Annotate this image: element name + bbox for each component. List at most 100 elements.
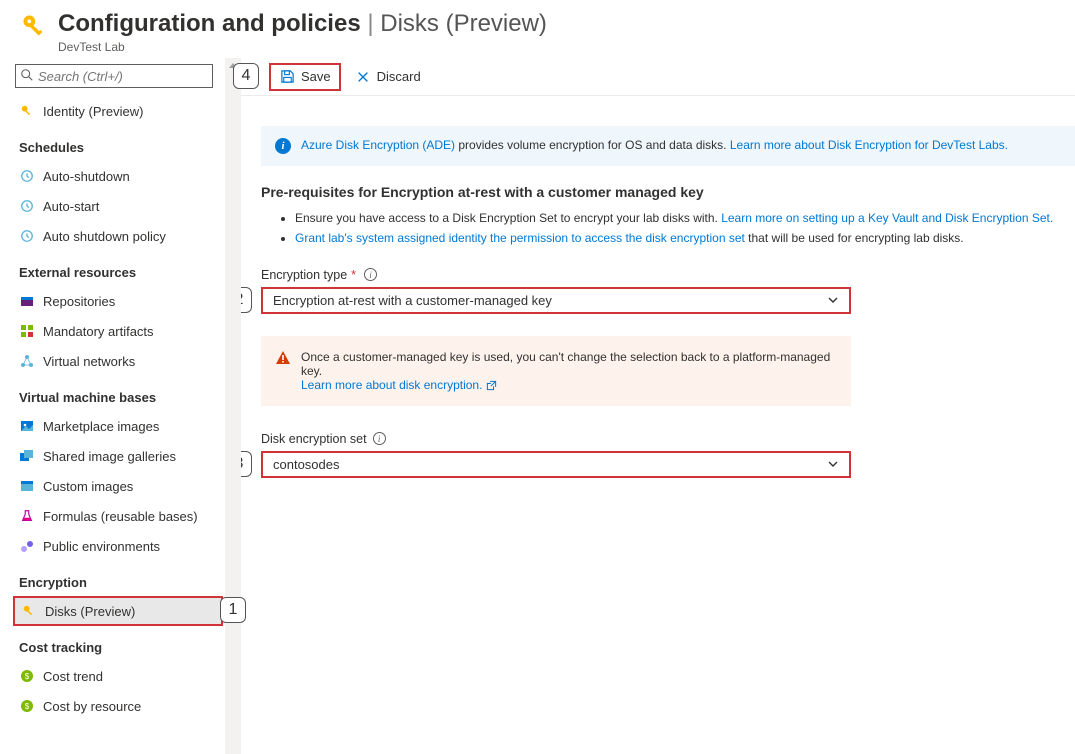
sidebar-item-label: Cost by resource <box>43 699 141 714</box>
gallery-icon <box>19 448 35 464</box>
encryption-type-field: Encryption type*i 2 Encryption at-rest w… <box>261 268 1075 406</box>
title-right: Disks (Preview) <box>380 10 547 37</box>
search-input[interactable] <box>15 64 213 88</box>
sidebar-section-cost: Cost tracking <box>15 626 225 661</box>
encryption-type-select[interactable]: Encryption at-rest with a customer-manag… <box>261 287 851 314</box>
warning-banner: Once a customer-managed key is used, you… <box>261 336 851 406</box>
callout-marker-1: 1 <box>220 597 246 623</box>
sidebar-item-auto-start[interactable]: Auto-start <box>15 191 225 221</box>
save-label: Save <box>301 69 331 84</box>
prereq-link-1[interactable]: Learn more on setting up a Key Vault and… <box>721 211 1053 225</box>
search-container <box>15 64 213 88</box>
sidebar-item-label: Custom images <box>43 479 133 494</box>
select-value: Encryption at-rest with a customer-manag… <box>273 293 552 308</box>
sidebar-section-external: External resources <box>15 251 225 286</box>
key-icon <box>19 103 35 119</box>
sidebar-item-label: Disks (Preview) <box>45 604 135 619</box>
sidebar-item-mandatory-artifacts[interactable]: Mandatory artifacts <box>15 316 225 346</box>
disk-encryption-set-select[interactable]: contosodes <box>261 451 851 478</box>
sidebar-item-marketplace[interactable]: Marketplace images <box>15 411 225 441</box>
header-subtitle: DevTest Lab <box>58 40 547 54</box>
warning-icon <box>275 350 291 366</box>
warning-link[interactable]: Learn more about disk encryption. <box>301 378 497 392</box>
required-asterisk: * <box>351 268 356 282</box>
sidebar-item-label: Auto-shutdown <box>43 169 130 184</box>
sidebar-item-shared-galleries[interactable]: Shared image galleries <box>15 441 225 471</box>
encryption-type-label: Encryption type*i <box>261 268 1075 282</box>
sidebar-item-public-env[interactable]: Public environments <box>15 531 225 561</box>
sidebar-item-label: Marketplace images <box>43 419 159 434</box>
info-banner: i Azure Disk Encryption (ADE) provides v… <box>261 126 1075 166</box>
callout-marker-4: 4 <box>233 63 259 89</box>
sidebar-item-label: Repositories <box>43 294 115 309</box>
search-icon <box>20 68 34 82</box>
sidebar-item-auto-shutdown-policy[interactable]: Auto shutdown policy <box>15 221 225 251</box>
scrollbar[interactable] <box>225 58 241 754</box>
image-icon <box>19 418 35 434</box>
artifacts-icon <box>19 323 35 339</box>
sidebar-item-label: Identity (Preview) <box>43 104 143 119</box>
clock-icon <box>19 168 35 184</box>
info-icon[interactable]: i <box>364 268 377 281</box>
save-button[interactable]: Save <box>269 63 341 91</box>
select-value: contosodes <box>273 457 340 472</box>
learn-more-link[interactable]: Learn more about Disk Encryption for Dev… <box>730 138 1008 152</box>
sidebar: Identity (Preview) Schedules Auto-shutdo… <box>0 58 225 754</box>
environment-icon <box>19 538 35 554</box>
key-icon <box>20 12 48 40</box>
prereq-list: Ensure you have access to a Disk Encrypt… <box>261 210 1075 248</box>
sidebar-section-schedules: Schedules <box>15 126 225 161</box>
cost-icon: $ <box>19 698 35 714</box>
title-left: Configuration and policies <box>58 10 361 37</box>
ade-link[interactable]: Azure Disk Encryption (ADE) <box>301 138 455 152</box>
sidebar-item-auto-shutdown[interactable]: Auto-shutdown <box>15 161 225 191</box>
callout-marker-2: 2 <box>241 287 252 313</box>
chevron-down-icon <box>827 294 839 306</box>
clock-icon <box>19 228 35 244</box>
prereq-text: Ensure you have access to a Disk Encrypt… <box>295 211 721 225</box>
callout-marker-3: 3 <box>241 451 252 477</box>
title-separator: | <box>367 10 380 37</box>
svg-text:$: $ <box>25 702 30 711</box>
save-icon <box>279 69 295 85</box>
sidebar-item-label: Formulas (reusable bases) <box>43 509 198 524</box>
repo-icon <box>19 293 35 309</box>
sidebar-item-cost-trend[interactable]: $ Cost trend <box>15 661 225 691</box>
discard-label: Discard <box>377 69 421 84</box>
warning-text: Once a customer-managed key is used, you… <box>301 350 830 378</box>
sidebar-item-disks[interactable]: Disks (Preview) <box>13 596 223 626</box>
custom-image-icon <box>19 478 35 494</box>
sidebar-item-virtual-networks[interactable]: Virtual networks <box>15 346 225 376</box>
chevron-down-icon <box>827 458 839 470</box>
info-icon[interactable]: i <box>373 432 386 445</box>
disk-encryption-set-field: Disk encryption set i 3 contosodes <box>261 432 1075 478</box>
clock-icon <box>19 198 35 214</box>
prereq-item-1: Ensure you have access to a Disk Encrypt… <box>295 210 1075 227</box>
sidebar-item-custom-images[interactable]: Custom images <box>15 471 225 501</box>
info-text: provides volume encryption for OS and da… <box>455 138 730 152</box>
sidebar-item-repositories[interactable]: Repositories <box>15 286 225 316</box>
svg-text:$: $ <box>25 672 30 681</box>
sidebar-item-cost-resource[interactable]: $ Cost by resource <box>15 691 225 721</box>
prereq-text: that will be used for encrypting lab dis… <box>745 231 964 245</box>
warning-link-text: Learn more about disk encryption. <box>301 378 482 392</box>
info-icon: i <box>275 138 291 154</box>
prereq-link-2[interactable]: Grant lab's system assigned identity the… <box>295 231 745 245</box>
toolbar: 4 Save Discard <box>241 58 1075 96</box>
discard-button[interactable]: Discard <box>347 63 429 91</box>
sidebar-item-label: Virtual networks <box>43 354 135 369</box>
label-text: Disk encryption set <box>261 432 367 446</box>
sidebar-section-encryption: Encryption <box>15 561 225 596</box>
sidebar-item-formulas[interactable]: Formulas (reusable bases) <box>15 501 225 531</box>
sidebar-item-label: Mandatory artifacts <box>43 324 154 339</box>
sidebar-item-label: Auto shutdown policy <box>43 229 166 244</box>
sidebar-item-label: Cost trend <box>43 669 103 684</box>
cost-icon: $ <box>19 668 35 684</box>
sidebar-item-label: Auto-start <box>43 199 99 214</box>
flask-icon <box>19 508 35 524</box>
sidebar-item-identity[interactable]: Identity (Preview) <box>15 96 225 126</box>
prereq-item-2: Grant lab's system assigned identity the… <box>295 230 1075 247</box>
sidebar-section-vmbases: Virtual machine bases <box>15 376 225 411</box>
sidebar-item-label: Public environments <box>43 539 160 554</box>
network-icon <box>19 353 35 369</box>
